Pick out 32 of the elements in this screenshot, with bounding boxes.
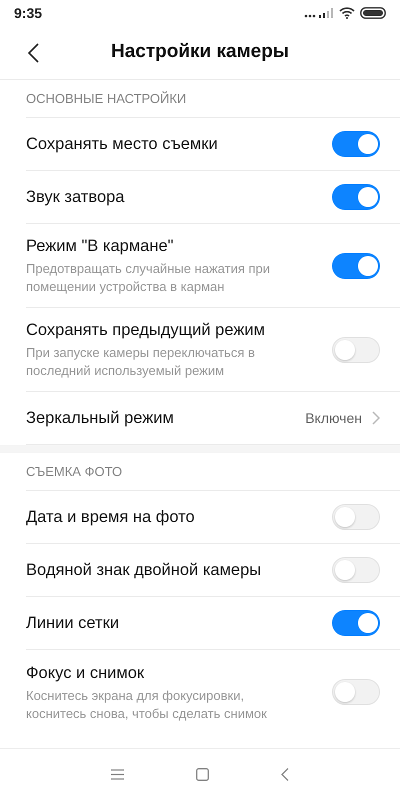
setting-label: Сохранять место съемки: [26, 134, 219, 155]
toggle-switch[interactable]: [332, 131, 380, 157]
signal-icon: [304, 8, 334, 18]
setting-label: Звук затвора: [26, 187, 126, 208]
back-icon[interactable]: [28, 42, 39, 62]
battery-icon: [360, 7, 386, 19]
setting-description: Предотвращать случайные нажатия при помещении устройства в карман: [26, 260, 272, 296]
setting-label: Сохранять предыдущий режим: [26, 320, 266, 341]
page-title: Настройки камеры: [110, 40, 290, 64]
menu-icon[interactable]: [111, 769, 124, 780]
toggle-switch[interactable]: [332, 252, 380, 278]
toggle-switch[interactable]: [332, 557, 380, 583]
setting-description: При запуске камеры переключаться в последний используемый режим: [26, 344, 256, 380]
setting-label: Линии сетки: [26, 613, 120, 634]
setting-label: Режим "В кармане": [26, 236, 175, 257]
status-time: 9:35: [14, 4, 42, 22]
toggle-switch[interactable]: [332, 679, 380, 705]
chevron-right-icon[interactable]: [372, 411, 380, 425]
section-header: ОСНОВНЫЕ НАСТРОЙКИ: [26, 90, 186, 108]
home-icon[interactable]: [196, 768, 209, 781]
setting-label: Зеркальный режим: [26, 408, 175, 429]
toggle-switch[interactable]: [332, 336, 380, 362]
setting-label: Дата и время на фото: [26, 507, 196, 528]
wifi-icon: [339, 7, 355, 19]
section-header: СЪЕМКА ФОТО: [26, 462, 122, 481]
toggle-switch[interactable]: [332, 504, 380, 530]
setting-description: Коснитесь экрана для фокусировки, коснитесь снова, чтобы сделать снимок: [26, 686, 268, 722]
toggle-switch[interactable]: [332, 184, 380, 210]
setting-label: Водяной знак двойной камеры: [26, 560, 262, 581]
toggle-switch[interactable]: [332, 610, 380, 636]
setting-label: Фокус и снимок: [26, 662, 146, 684]
setting-value: Включен: [305, 408, 362, 428]
